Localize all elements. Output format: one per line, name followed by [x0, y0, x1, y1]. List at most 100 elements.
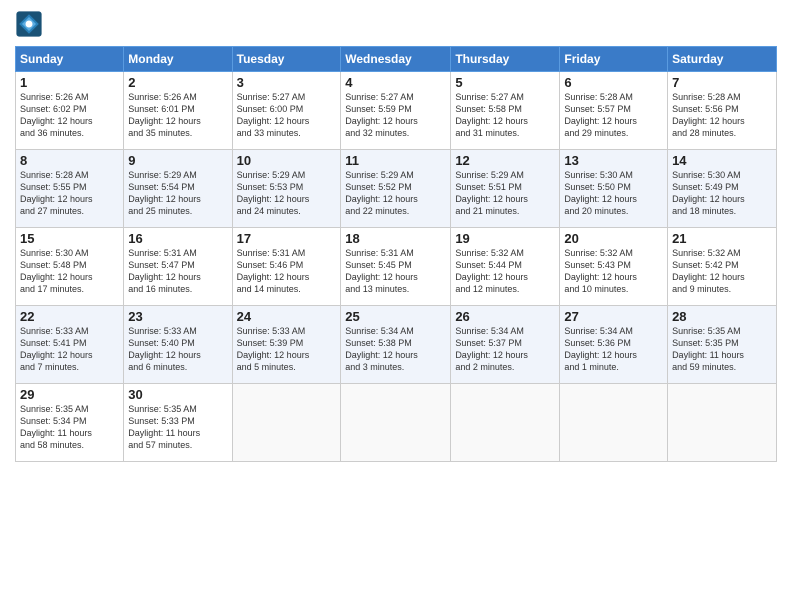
day-number: 4: [345, 75, 446, 90]
day-number: 27: [564, 309, 663, 324]
calendar-cell: 2Sunrise: 5:26 AM Sunset: 6:01 PM Daylig…: [124, 72, 232, 150]
calendar-week-row: 1Sunrise: 5:26 AM Sunset: 6:02 PM Daylig…: [16, 72, 777, 150]
day-info: Sunrise: 5:27 AM Sunset: 5:58 PM Dayligh…: [455, 91, 555, 140]
weekday-header: Thursday: [451, 47, 560, 72]
calendar-cell: [668, 384, 777, 462]
calendar-cell: 10Sunrise: 5:29 AM Sunset: 5:53 PM Dayli…: [232, 150, 341, 228]
weekday-header: Tuesday: [232, 47, 341, 72]
calendar-cell: 7Sunrise: 5:28 AM Sunset: 5:56 PM Daylig…: [668, 72, 777, 150]
day-number: 1: [20, 75, 119, 90]
calendar-cell: 15Sunrise: 5:30 AM Sunset: 5:48 PM Dayli…: [16, 228, 124, 306]
day-number: 12: [455, 153, 555, 168]
calendar-week-row: 22Sunrise: 5:33 AM Sunset: 5:41 PM Dayli…: [16, 306, 777, 384]
calendar-cell: 20Sunrise: 5:32 AM Sunset: 5:43 PM Dayli…: [560, 228, 668, 306]
day-info: Sunrise: 5:32 AM Sunset: 5:43 PM Dayligh…: [564, 247, 663, 296]
day-number: 2: [128, 75, 227, 90]
calendar-week-row: 15Sunrise: 5:30 AM Sunset: 5:48 PM Dayli…: [16, 228, 777, 306]
day-number: 10: [237, 153, 337, 168]
day-number: 25: [345, 309, 446, 324]
calendar-cell: [232, 384, 341, 462]
calendar-cell: 16Sunrise: 5:31 AM Sunset: 5:47 PM Dayli…: [124, 228, 232, 306]
day-info: Sunrise: 5:30 AM Sunset: 5:50 PM Dayligh…: [564, 169, 663, 218]
day-number: 20: [564, 231, 663, 246]
day-info: Sunrise: 5:27 AM Sunset: 6:00 PM Dayligh…: [237, 91, 337, 140]
day-info: Sunrise: 5:34 AM Sunset: 5:36 PM Dayligh…: [564, 325, 663, 374]
calendar-cell: 21Sunrise: 5:32 AM Sunset: 5:42 PM Dayli…: [668, 228, 777, 306]
calendar-cell: 25Sunrise: 5:34 AM Sunset: 5:38 PM Dayli…: [341, 306, 451, 384]
weekday-header: Friday: [560, 47, 668, 72]
day-info: Sunrise: 5:27 AM Sunset: 5:59 PM Dayligh…: [345, 91, 446, 140]
day-number: 17: [237, 231, 337, 246]
calendar-cell: 19Sunrise: 5:32 AM Sunset: 5:44 PM Dayli…: [451, 228, 560, 306]
day-info: Sunrise: 5:29 AM Sunset: 5:54 PM Dayligh…: [128, 169, 227, 218]
day-number: 21: [672, 231, 772, 246]
calendar-cell: 22Sunrise: 5:33 AM Sunset: 5:41 PM Dayli…: [16, 306, 124, 384]
day-info: Sunrise: 5:31 AM Sunset: 5:46 PM Dayligh…: [237, 247, 337, 296]
logo-icon: [15, 10, 43, 38]
day-info: Sunrise: 5:32 AM Sunset: 5:44 PM Dayligh…: [455, 247, 555, 296]
calendar-cell: 1Sunrise: 5:26 AM Sunset: 6:02 PM Daylig…: [16, 72, 124, 150]
calendar-cell: 12Sunrise: 5:29 AM Sunset: 5:51 PM Dayli…: [451, 150, 560, 228]
day-info: Sunrise: 5:33 AM Sunset: 5:39 PM Dayligh…: [237, 325, 337, 374]
day-info: Sunrise: 5:26 AM Sunset: 6:01 PM Dayligh…: [128, 91, 227, 140]
calendar-table: SundayMondayTuesdayWednesdayThursdayFrid…: [15, 46, 777, 462]
calendar-cell: 24Sunrise: 5:33 AM Sunset: 5:39 PM Dayli…: [232, 306, 341, 384]
day-number: 19: [455, 231, 555, 246]
day-info: Sunrise: 5:29 AM Sunset: 5:51 PM Dayligh…: [455, 169, 555, 218]
calendar-cell: 29Sunrise: 5:35 AM Sunset: 5:34 PM Dayli…: [16, 384, 124, 462]
calendar-cell: 9Sunrise: 5:29 AM Sunset: 5:54 PM Daylig…: [124, 150, 232, 228]
calendar-cell: 4Sunrise: 5:27 AM Sunset: 5:59 PM Daylig…: [341, 72, 451, 150]
logo: [15, 10, 47, 38]
day-info: Sunrise: 5:33 AM Sunset: 5:40 PM Dayligh…: [128, 325, 227, 374]
calendar-week-row: 29Sunrise: 5:35 AM Sunset: 5:34 PM Dayli…: [16, 384, 777, 462]
calendar-cell: 30Sunrise: 5:35 AM Sunset: 5:33 PM Dayli…: [124, 384, 232, 462]
calendar-cell: 18Sunrise: 5:31 AM Sunset: 5:45 PM Dayli…: [341, 228, 451, 306]
day-info: Sunrise: 5:35 AM Sunset: 5:35 PM Dayligh…: [672, 325, 772, 374]
day-info: Sunrise: 5:28 AM Sunset: 5:55 PM Dayligh…: [20, 169, 119, 218]
day-number: 16: [128, 231, 227, 246]
weekday-header: Wednesday: [341, 47, 451, 72]
calendar-cell: 8Sunrise: 5:28 AM Sunset: 5:55 PM Daylig…: [16, 150, 124, 228]
day-number: 30: [128, 387, 227, 402]
calendar-cell: 17Sunrise: 5:31 AM Sunset: 5:46 PM Dayli…: [232, 228, 341, 306]
day-info: Sunrise: 5:32 AM Sunset: 5:42 PM Dayligh…: [672, 247, 772, 296]
day-number: 15: [20, 231, 119, 246]
day-number: 18: [345, 231, 446, 246]
calendar-cell: 27Sunrise: 5:34 AM Sunset: 5:36 PM Dayli…: [560, 306, 668, 384]
day-info: Sunrise: 5:30 AM Sunset: 5:48 PM Dayligh…: [20, 247, 119, 296]
day-number: 5: [455, 75, 555, 90]
calendar-cell: [341, 384, 451, 462]
day-number: 29: [20, 387, 119, 402]
calendar-cell: 23Sunrise: 5:33 AM Sunset: 5:40 PM Dayli…: [124, 306, 232, 384]
weekday-header-row: SundayMondayTuesdayWednesdayThursdayFrid…: [16, 47, 777, 72]
calendar-cell: [560, 384, 668, 462]
day-info: Sunrise: 5:29 AM Sunset: 5:53 PM Dayligh…: [237, 169, 337, 218]
day-number: 3: [237, 75, 337, 90]
calendar-cell: 3Sunrise: 5:27 AM Sunset: 6:00 PM Daylig…: [232, 72, 341, 150]
weekday-header: Monday: [124, 47, 232, 72]
calendar-cell: [451, 384, 560, 462]
day-info: Sunrise: 5:29 AM Sunset: 5:52 PM Dayligh…: [345, 169, 446, 218]
header: [15, 10, 777, 38]
calendar-cell: 13Sunrise: 5:30 AM Sunset: 5:50 PM Dayli…: [560, 150, 668, 228]
day-number: 14: [672, 153, 772, 168]
day-number: 22: [20, 309, 119, 324]
day-info: Sunrise: 5:28 AM Sunset: 5:57 PM Dayligh…: [564, 91, 663, 140]
day-info: Sunrise: 5:28 AM Sunset: 5:56 PM Dayligh…: [672, 91, 772, 140]
day-number: 24: [237, 309, 337, 324]
day-info: Sunrise: 5:30 AM Sunset: 5:49 PM Dayligh…: [672, 169, 772, 218]
day-info: Sunrise: 5:35 AM Sunset: 5:34 PM Dayligh…: [20, 403, 119, 452]
weekday-header: Saturday: [668, 47, 777, 72]
day-number: 11: [345, 153, 446, 168]
calendar-cell: 6Sunrise: 5:28 AM Sunset: 5:57 PM Daylig…: [560, 72, 668, 150]
calendar-cell: 26Sunrise: 5:34 AM Sunset: 5:37 PM Dayli…: [451, 306, 560, 384]
calendar-cell: 14Sunrise: 5:30 AM Sunset: 5:49 PM Dayli…: [668, 150, 777, 228]
day-number: 8: [20, 153, 119, 168]
calendar-cell: 11Sunrise: 5:29 AM Sunset: 5:52 PM Dayli…: [341, 150, 451, 228]
day-info: Sunrise: 5:34 AM Sunset: 5:38 PM Dayligh…: [345, 325, 446, 374]
day-number: 13: [564, 153, 663, 168]
calendar-cell: 5Sunrise: 5:27 AM Sunset: 5:58 PM Daylig…: [451, 72, 560, 150]
day-info: Sunrise: 5:26 AM Sunset: 6:02 PM Dayligh…: [20, 91, 119, 140]
day-info: Sunrise: 5:34 AM Sunset: 5:37 PM Dayligh…: [455, 325, 555, 374]
day-number: 23: [128, 309, 227, 324]
